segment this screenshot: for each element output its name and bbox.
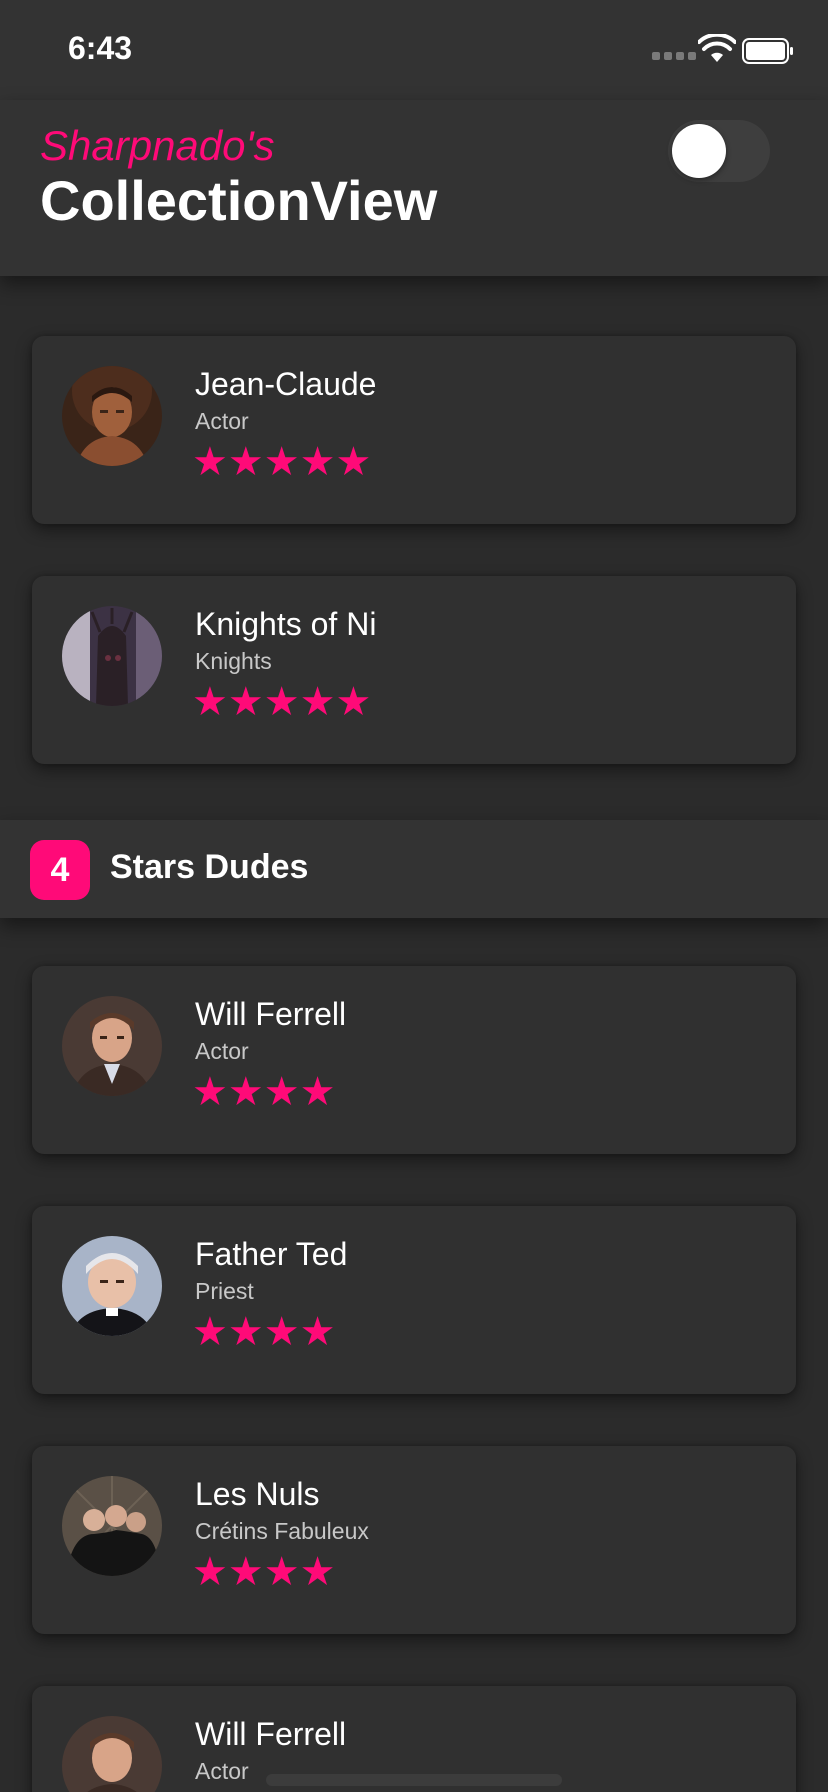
star-icons: ★★★★★ <box>192 440 372 484</box>
star-rating: ★★★★ <box>192 1070 335 1114</box>
star-rating: ★★★★ <box>192 1550 335 1594</box>
list-item[interactable]: Jean-Claude Actor ★★★★★ <box>32 336 796 524</box>
card-role: Priest <box>195 1278 254 1304</box>
star-icons: ★★★★ <box>192 1310 336 1354</box>
page-title: CollectionView <box>40 169 438 232</box>
card-name: Les Nuls <box>195 1476 320 1512</box>
card-role: Actor <box>195 1038 249 1064</box>
card-role: Knights <box>195 648 272 674</box>
list-item[interactable]: Will Ferrell Actor <box>32 1686 796 1792</box>
section-header: 4 Stars Dudes <box>0 820 828 918</box>
section-count-badge: 4 <box>30 840 90 900</box>
loading-placeholder <box>266 1774 562 1786</box>
card-name: Will Ferrell <box>195 996 347 1032</box>
wifi-icon <box>698 34 736 62</box>
app-header: Sharpnado's CollectionView <box>0 100 828 276</box>
card-role: Actor <box>195 408 249 434</box>
list-item[interactable]: Knights of Ni Knights ★★★★★ <box>32 576 796 764</box>
status-bar: 6:43 <box>0 0 828 100</box>
card-role: Actor <box>195 1758 249 1784</box>
theme-toggle[interactable] <box>668 120 770 182</box>
list-item[interactable]: Les Nuls Crétins Fabuleux ★★★★ <box>32 1446 796 1634</box>
star-icons: ★★★★ <box>192 1070 336 1114</box>
star-icons: ★★★★ <box>192 1550 336 1594</box>
card-name: Father Ted <box>195 1236 348 1272</box>
card-name: Jean-Claude <box>195 366 377 402</box>
battery-icon <box>742 38 793 64</box>
avatar <box>62 606 162 706</box>
avatar <box>62 1716 162 1792</box>
star-rating: ★★★★★ <box>192 680 371 724</box>
avatar <box>62 1236 162 1336</box>
cellular-signal-icon <box>652 52 696 60</box>
avatar <box>62 996 162 1096</box>
list-item[interactable]: Will Ferrell Actor ★★★★ <box>32 966 796 1154</box>
avatar <box>62 1476 162 1576</box>
card-name: Will Ferrell <box>195 1716 347 1752</box>
section-title: Stars Dudes <box>110 848 309 886</box>
avatar <box>62 366 162 466</box>
status-time: 6:43 <box>68 30 133 66</box>
card-name: Knights of Ni <box>195 606 377 642</box>
star-rating: ★★★★★ <box>192 440 371 484</box>
list-item[interactable]: Father Ted Priest ★★★★ <box>32 1206 796 1394</box>
card-role: Crétins Fabuleux <box>195 1518 369 1544</box>
star-icons: ★★★★★ <box>192 680 372 724</box>
star-rating: ★★★★ <box>192 1310 335 1354</box>
header-subtitle: Sharpnado's <box>40 122 275 169</box>
toggle-knob[interactable] <box>672 124 726 178</box>
